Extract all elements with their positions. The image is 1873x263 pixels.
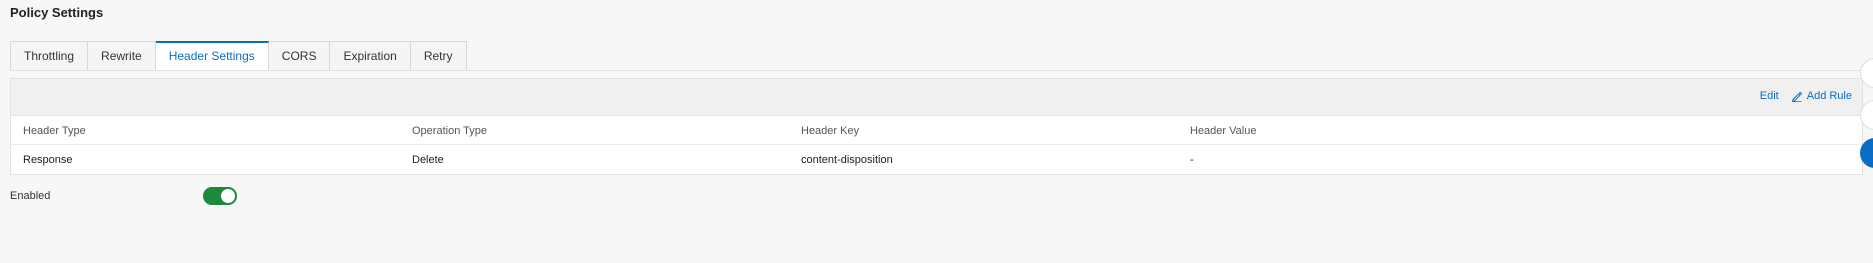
- cell-header-type: Response: [23, 154, 73, 166]
- tab-header-settings[interactable]: Header Settings: [155, 41, 269, 71]
- tab-retry[interactable]: Retry: [410, 41, 467, 71]
- tab-rewrite[interactable]: Rewrite: [88, 41, 156, 71]
- edit-button[interactable]: Edit: [1760, 90, 1779, 102]
- tab-throttling[interactable]: Throttling: [10, 41, 89, 71]
- toggle-knob: [221, 189, 235, 203]
- pencil-icon: [1791, 91, 1802, 102]
- header-rules-panel: Edit Add Rule Header Type Operation Type…: [10, 78, 1863, 175]
- add-rule-label: Add Rule: [1806, 90, 1852, 102]
- column-header-value: Header Value: [1190, 125, 1257, 137]
- toolbar-actions: Edit Add Rule: [1760, 90, 1852, 102]
- column-operation-type: Operation Type: [412, 125, 488, 137]
- enabled-label: Enabled: [10, 190, 51, 202]
- column-header-type: Header Type: [23, 125, 86, 137]
- tab-divider: [10, 70, 1863, 71]
- policy-settings-page: Policy Settings Throttling Rewrite Heade…: [0, 0, 1873, 263]
- page-title: Policy Settings: [10, 5, 104, 20]
- table-header-row: Header Type Operation Type Header Key He…: [11, 117, 1862, 145]
- tab-expiration[interactable]: Expiration: [330, 41, 411, 71]
- enabled-toggle[interactable]: [203, 187, 237, 205]
- rules-toolbar: Edit Add Rule: [11, 79, 1862, 116]
- cell-header-value: -: [1190, 154, 1194, 166]
- cell-operation-type: Delete: [412, 154, 444, 166]
- column-header-key: Header Key: [801, 125, 860, 137]
- cell-header-key: content-disposition: [801, 154, 893, 166]
- tab-cors[interactable]: CORS: [268, 41, 331, 71]
- table-row: Response Delete content-disposition -: [11, 146, 1862, 174]
- add-rule-button[interactable]: Add Rule: [1791, 90, 1852, 102]
- policy-tabs: Throttling Rewrite Header Settings CORS …: [10, 41, 467, 71]
